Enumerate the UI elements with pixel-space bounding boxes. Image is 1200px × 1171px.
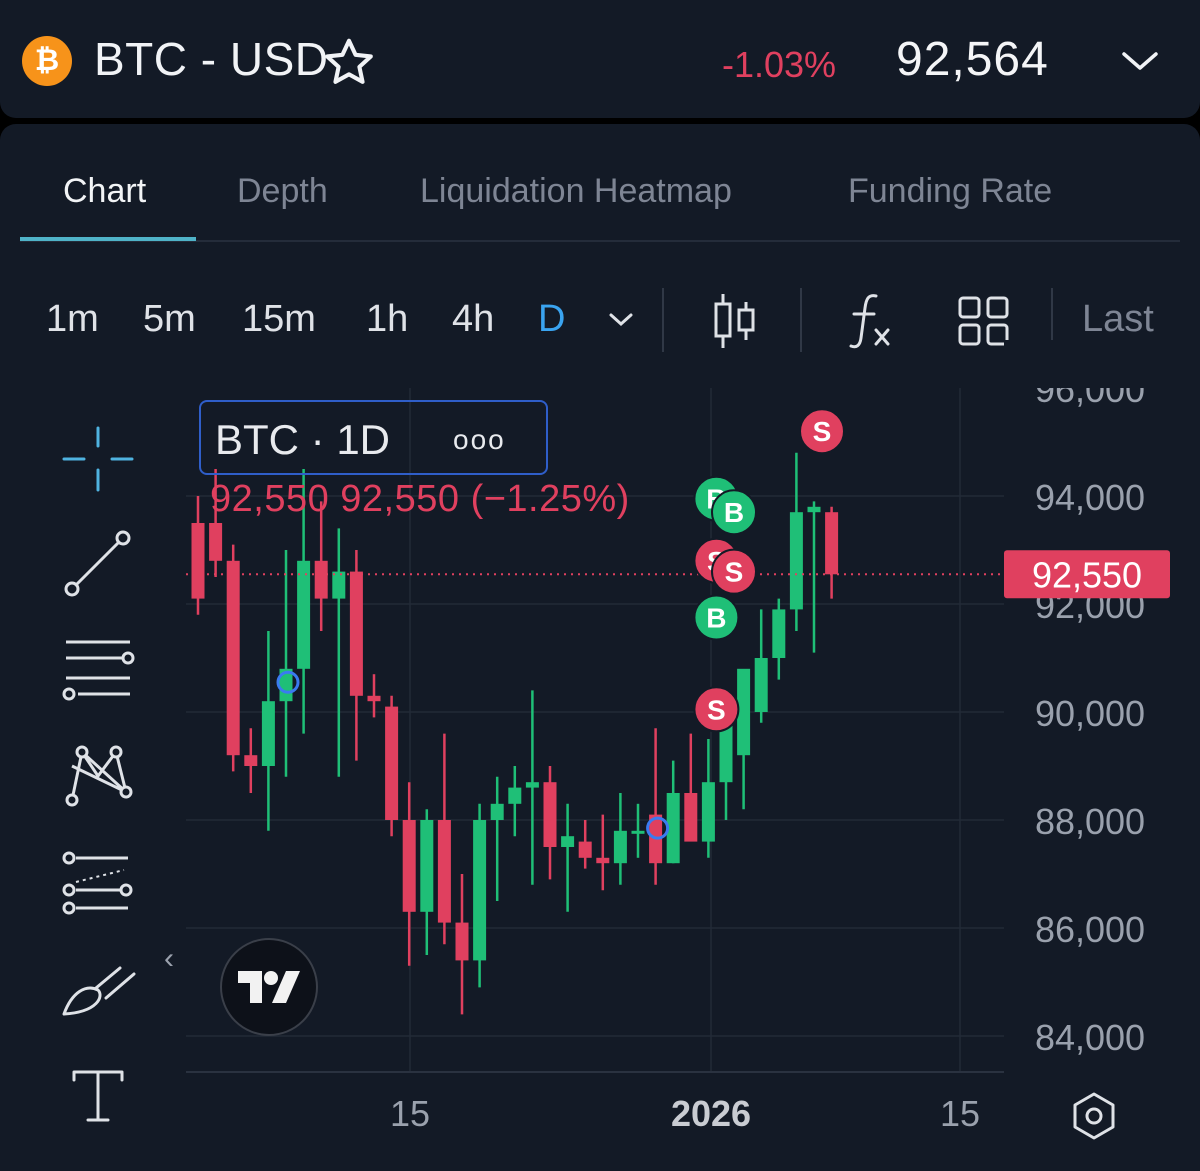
tradingview-logo[interactable] (220, 938, 318, 1036)
candle-body[interactable] (385, 706, 399, 820)
candle-body[interactable] (578, 841, 592, 858)
last-price-tag-text: 92,550 (1032, 554, 1142, 595)
candle-body[interactable] (191, 523, 205, 599)
candle-body[interactable] (349, 571, 363, 696)
candle-body[interactable] (314, 560, 328, 599)
x-axis-label: 15 (390, 1093, 430, 1134)
trade-marker-label: S (707, 694, 726, 725)
legend-title: BTC · 1D (215, 416, 391, 463)
series-legend[interactable]: BTC · 1D ooo (199, 400, 548, 475)
candle-body[interactable] (684, 793, 698, 842)
candle-body[interactable] (807, 506, 821, 513)
candle-body[interactable] (297, 560, 311, 669)
y-axis-label: 84,000 (1035, 1017, 1145, 1058)
candle-body[interactable] (772, 609, 786, 658)
candle-body[interactable] (490, 803, 504, 820)
candle-body[interactable] (596, 857, 610, 864)
candles-group (191, 452, 839, 1015)
legend-more-icon[interactable]: ooo (453, 424, 506, 456)
x-axis-label: 2026 (671, 1093, 751, 1134)
candlestick-chart[interactable]: 84,00086,00088,00090,00092,00094,00096,0… (0, 0, 1200, 1171)
candle-body[interactable] (367, 695, 381, 702)
candle-body[interactable] (789, 512, 803, 610)
trade-marker-label: S (725, 557, 744, 588)
y-axis-label: 88,000 (1035, 801, 1145, 842)
candle-body[interactable] (437, 820, 451, 923)
candle-body[interactable] (261, 701, 275, 766)
trade-marker-label: B (724, 497, 744, 528)
candle-body[interactable] (332, 571, 346, 599)
y-axis-label: 90,000 (1035, 693, 1145, 734)
candle-body[interactable] (561, 836, 575, 847)
axis-top-mask (1004, 340, 1200, 388)
candle-body[interactable] (420, 820, 434, 912)
tradingview-icon (238, 971, 300, 1003)
candle-body[interactable] (209, 523, 223, 561)
x-axis-label: 15 (940, 1093, 980, 1134)
trade-marker-label: S (813, 416, 832, 447)
candle-body[interactable] (701, 782, 715, 842)
legend-ohlc: 92,550 92,550 (−1.25%) (210, 478, 630, 520)
candle-body[interactable] (543, 782, 557, 847)
candle-body[interactable] (508, 787, 522, 804)
candle-body[interactable] (631, 830, 645, 834)
candle-body[interactable] (455, 922, 469, 961)
candle-body[interactable] (825, 512, 839, 575)
y-axis-label: 94,000 (1035, 477, 1145, 518)
candle-body[interactable] (613, 830, 627, 864)
candle-body[interactable] (754, 658, 768, 712)
candle-body[interactable] (244, 755, 258, 766)
candle-body[interactable] (226, 560, 240, 756)
settings-icon[interactable] (1068, 1090, 1120, 1142)
candle-body[interactable] (525, 782, 539, 788)
candle-body[interactable] (402, 820, 416, 912)
candle-body[interactable] (473, 820, 487, 961)
trade-marker-label: B (706, 603, 726, 634)
y-axis-label: 86,000 (1035, 909, 1145, 950)
